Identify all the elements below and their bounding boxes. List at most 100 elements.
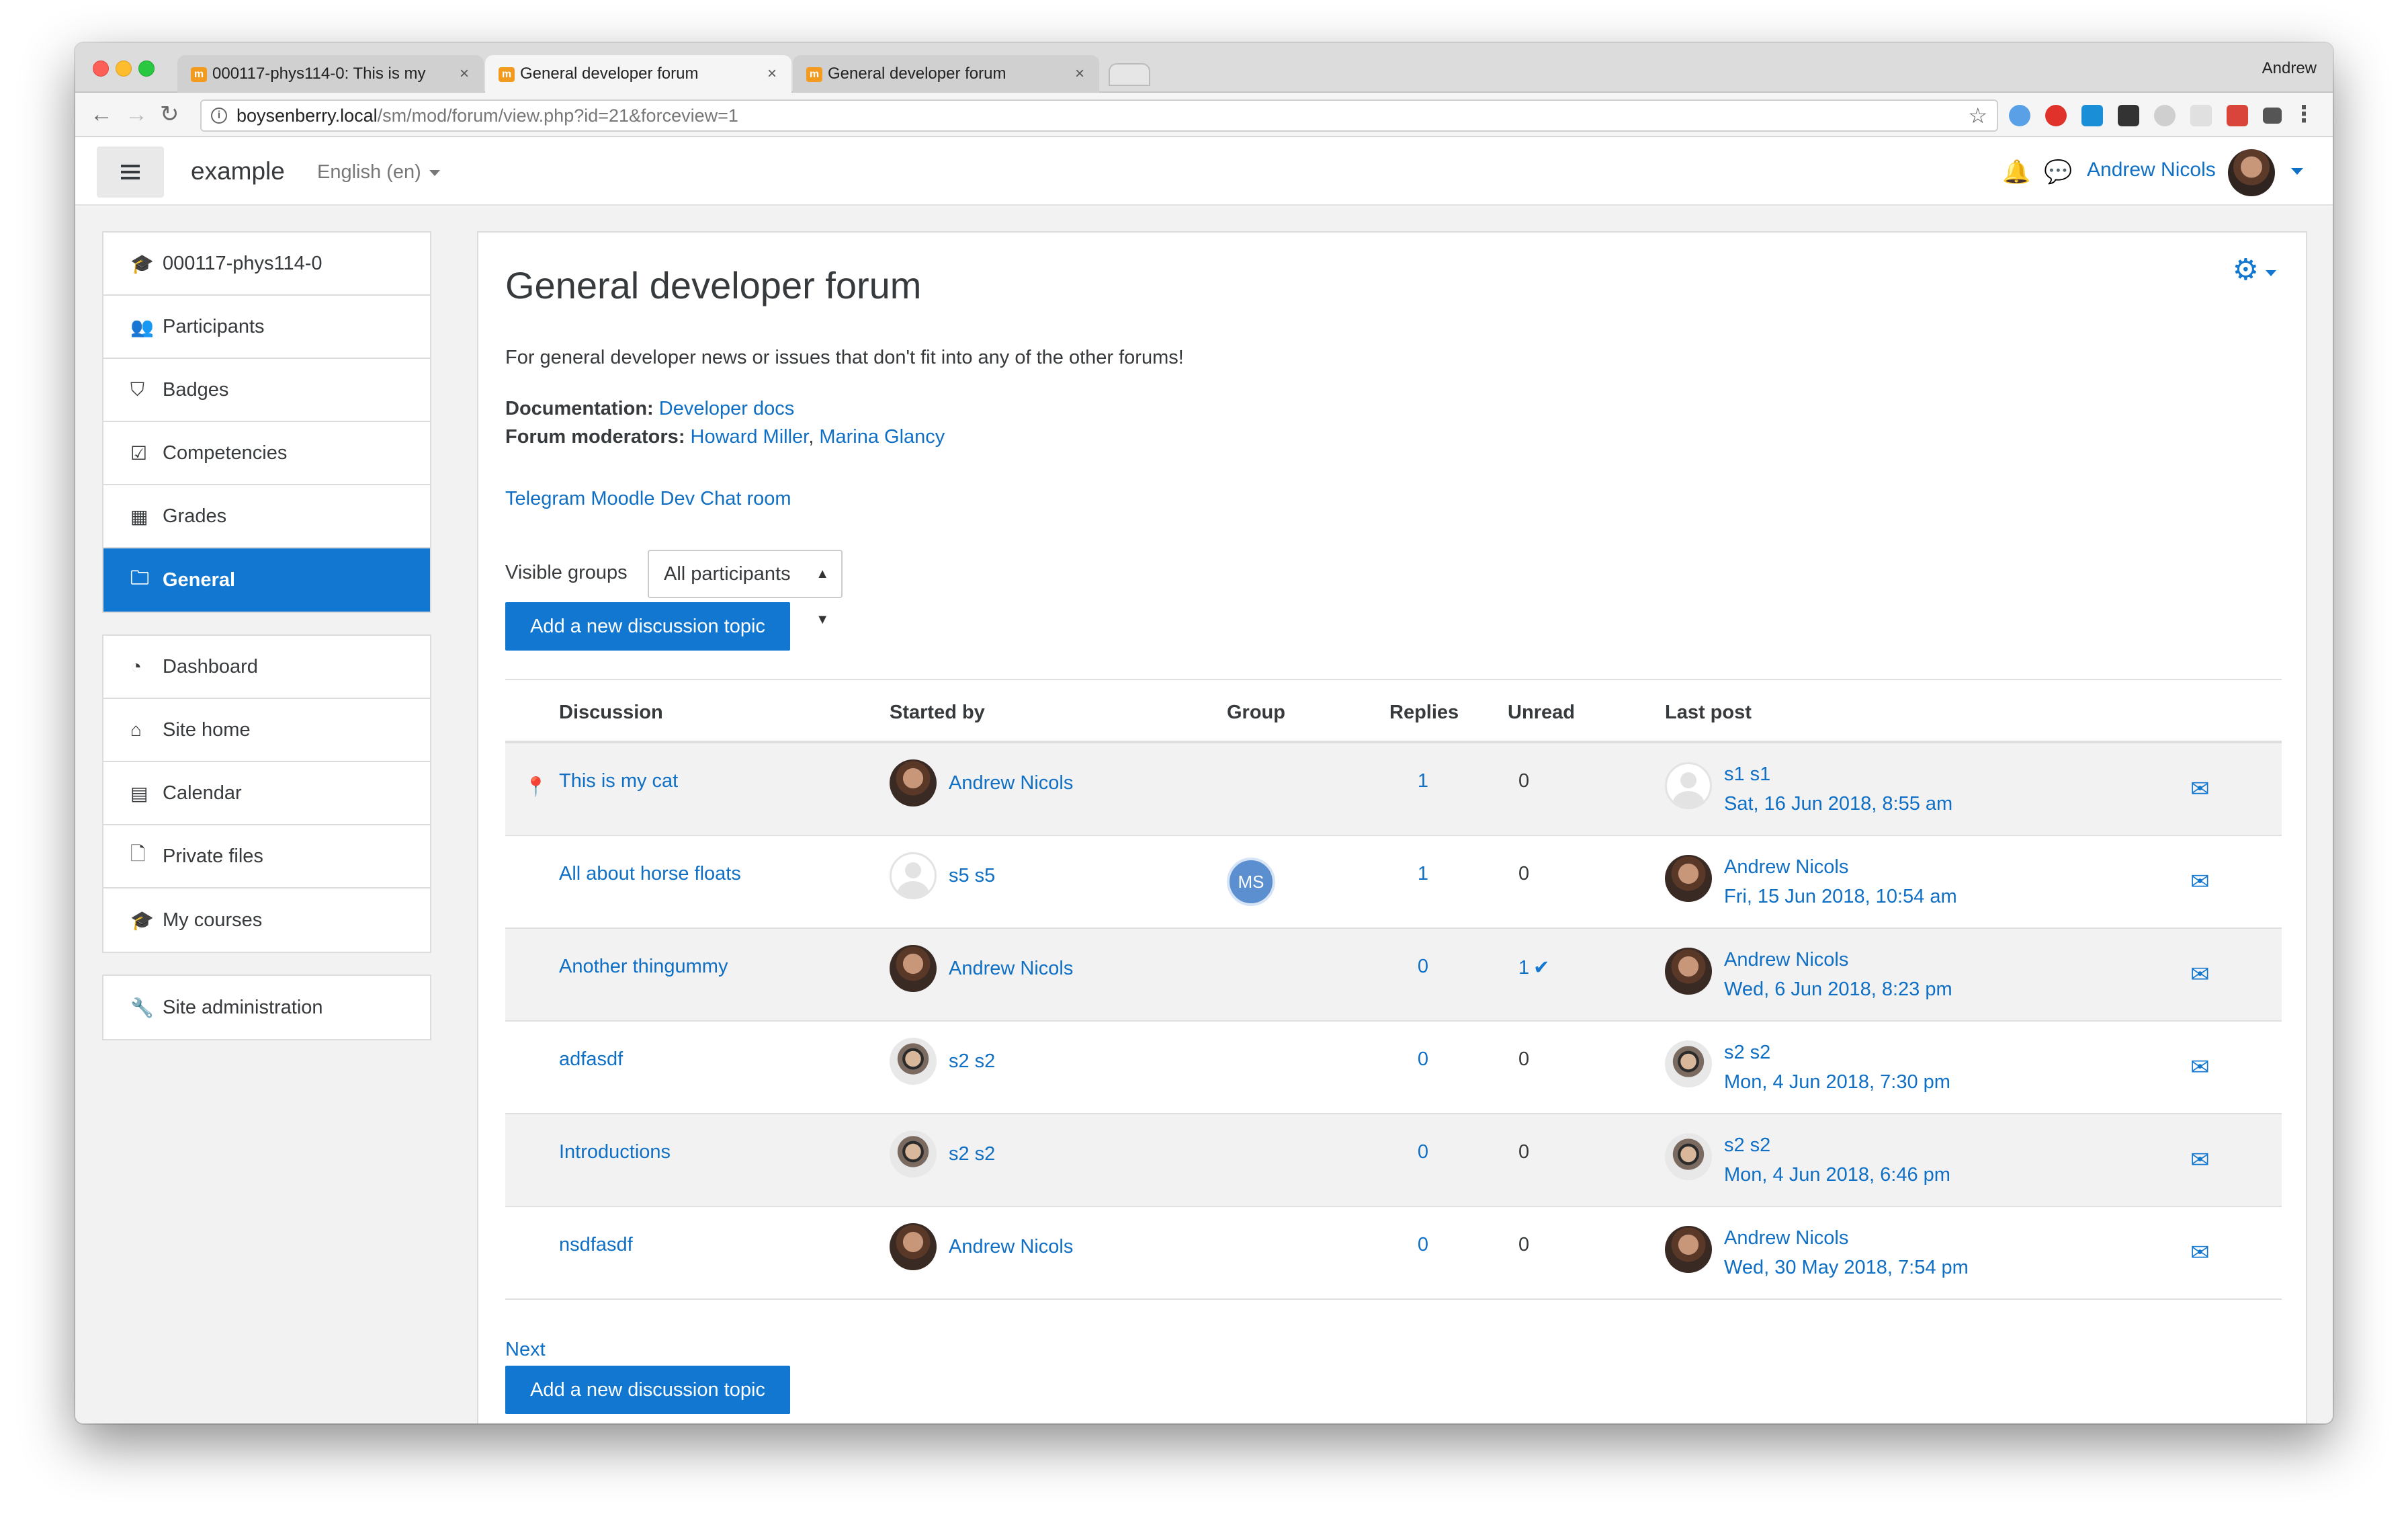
envelope-icon[interactable]: ✉ (2190, 1239, 2210, 1266)
replies-link[interactable]: 1 (1416, 863, 1430, 885)
discussion-link[interactable]: adfasdf (559, 1048, 623, 1071)
last-post-date-link[interactable]: Mon, 4 Jun 2018, 7:30 pm (1724, 1071, 1950, 1093)
extension-opera-icon[interactable] (2045, 105, 2067, 126)
user-menu-caret-icon[interactable] (2291, 168, 2303, 175)
avatar[interactable] (890, 852, 937, 899)
telegram-link[interactable]: Telegram Moodle Dev Chat room (505, 488, 791, 509)
discussion-link[interactable]: Another thingummy (559, 956, 728, 978)
replies-link[interactable]: 0 (1416, 1234, 1430, 1256)
avatar[interactable] (890, 759, 937, 806)
starter-link[interactable]: Andrew Nicols (949, 958, 1073, 980)
browser-menu-icon[interactable]: ⋮ (2292, 101, 2315, 128)
starter-link[interactable]: s5 s5 (949, 865, 995, 887)
avatar[interactable] (1665, 855, 1712, 902)
close-window-button[interactable] (93, 60, 109, 77)
avatar[interactable] (890, 945, 937, 992)
user-menu-name[interactable]: Andrew Nicols (2087, 159, 2216, 181)
last-post-author-link[interactable]: s1 s1 (1724, 763, 1770, 785)
last-post-author-link[interactable]: s2 s2 (1724, 1134, 1770, 1156)
language-menu[interactable]: English (en) (317, 161, 440, 183)
header-replies[interactable]: Replies (1389, 702, 1459, 724)
sidebar-item-site-administration[interactable]: 🔧 Site administration (103, 976, 430, 1039)
browser-tab-3[interactable]: m General developer forum × (793, 55, 1099, 93)
starter-link[interactable]: s2 s2 (949, 1050, 995, 1073)
tab-close-icon[interactable]: × (460, 65, 469, 83)
extension-compass-icon[interactable] (2009, 105, 2030, 126)
discussion-link[interactable]: nsdfasdf (559, 1234, 633, 1256)
sidebar-item-participants[interactable]: 👥 Participants (103, 296, 430, 359)
extension-feather-icon[interactable] (2190, 105, 2212, 126)
caret-down-icon[interactable] (2266, 270, 2276, 276)
avatar[interactable] (890, 1038, 937, 1085)
developer-docs-link[interactable]: Developer docs (659, 398, 795, 419)
envelope-open-icon[interactable]: ✉ (2190, 1054, 2210, 1081)
avatar[interactable] (1665, 1133, 1712, 1180)
new-tab-button[interactable] (1109, 63, 1150, 86)
discussion-link[interactable]: This is my cat (559, 770, 678, 792)
avatar[interactable] (890, 1223, 937, 1270)
avatar[interactable] (1665, 762, 1712, 809)
sidebar-item-site-home[interactable]: ⌂ Site home (103, 699, 430, 762)
starter-link[interactable]: Andrew Nicols (949, 772, 1073, 794)
last-post-date-link[interactable]: Wed, 6 Jun 2018, 8:23 pm (1724, 979, 1952, 1000)
tab-close-icon[interactable]: × (767, 65, 777, 83)
extension-calendar-icon[interactable] (2227, 105, 2248, 126)
last-post-author-link[interactable]: Andrew Nicols (1724, 1227, 1848, 1249)
extension-cloud-icon[interactable] (2154, 105, 2176, 126)
site-brand[interactable]: example (191, 157, 285, 185)
avatar[interactable] (1665, 948, 1712, 995)
address-bar[interactable]: i boysenberry.local/sm/mod/forum/view.ph… (200, 99, 1998, 132)
envelope-open-icon[interactable]: ✉ (2190, 776, 2210, 802)
zoom-window-button[interactable] (138, 60, 155, 77)
sidebar-item-competencies[interactable]: ☑ Competencies (103, 422, 430, 485)
browser-profile-name[interactable]: Andrew (2262, 59, 2317, 78)
group-badge[interactable]: MS (1227, 858, 1275, 906)
starter-link[interactable]: s2 s2 (949, 1143, 995, 1165)
sidebar-item-grades[interactable]: ▦ Grades (103, 485, 430, 548)
check-icon[interactable]: ✔ (1533, 957, 1549, 979)
bell-icon[interactable]: 🔔 (2002, 159, 2030, 185)
info-icon[interactable]: i (211, 108, 227, 124)
avatar[interactable] (1665, 1226, 1712, 1273)
gear-icon[interactable]: ⚙ (2233, 253, 2259, 287)
tab-close-icon[interactable]: × (1075, 65, 1084, 83)
envelope-icon[interactable]: ✉ (2190, 1147, 2210, 1173)
sidebar-item-general[interactable]: 🗀 General (103, 548, 430, 612)
header-started-by[interactable]: Started by (890, 702, 985, 724)
starter-link[interactable]: Andrew Nicols (949, 1236, 1073, 1258)
avatar[interactable] (1665, 1040, 1712, 1087)
moderator-link-marina[interactable]: Marina Glancy (819, 426, 945, 448)
minimize-window-button[interactable] (116, 60, 132, 77)
extension-tampermonkey-icon[interactable] (2118, 105, 2139, 126)
last-post-date-link[interactable]: Sat, 16 Jun 2018, 8:55 am (1724, 793, 1952, 815)
browser-tab-2[interactable]: m General developer forum × (485, 55, 791, 93)
reload-icon[interactable]: ↻ (160, 102, 179, 126)
add-discussion-button-bottom[interactable]: Add a new discussion topic (505, 1366, 790, 1414)
add-discussion-button[interactable]: Add a new discussion topic (505, 602, 790, 651)
message-bubble-icon[interactable]: 💬 (2044, 159, 2072, 185)
envelope-open-icon[interactable]: ✉ (2190, 868, 2210, 895)
header-last-post[interactable]: Last post (1665, 702, 1752, 724)
sidebar-item-my-courses[interactable]: 🎓 My courses (103, 888, 430, 952)
header-discussion[interactable]: Discussion (559, 702, 663, 724)
last-post-date-link[interactable]: Mon, 4 Jun 2018, 6:46 pm (1724, 1164, 1950, 1186)
sidebar-item-private-files[interactable]: 🗋 Private files (103, 825, 430, 888)
browser-tab-1[interactable]: m 000117-phys114-0: This is my × (177, 55, 484, 93)
extension-mail-icon[interactable] (2263, 108, 2282, 124)
last-post-date-link[interactable]: Fri, 15 Jun 2018, 10:54 am (1724, 886, 1957, 907)
last-post-date-link[interactable]: Wed, 30 May 2018, 7:54 pm (1724, 1257, 1969, 1278)
avatar[interactable] (2228, 149, 2275, 196)
forward-arrow-icon[interactable]: → (125, 102, 148, 126)
sidebar-item-dashboard[interactable]: ◔ Dashboard (103, 636, 430, 699)
replies-link[interactable]: 1 (1416, 770, 1430, 792)
sidebar-item-calendar[interactable]: ▤ Calendar (103, 762, 430, 825)
drawer-toggle-button[interactable] (97, 147, 164, 198)
avatar[interactable] (890, 1130, 937, 1177)
last-post-author-link[interactable]: Andrew Nicols (1724, 856, 1848, 878)
replies-link[interactable]: 0 (1416, 1048, 1430, 1071)
moderator-link-howard[interactable]: Howard Miller (691, 426, 809, 448)
replies-link[interactable]: 0 (1416, 1141, 1430, 1163)
discussion-link[interactable]: Introductions (559, 1141, 671, 1163)
sidebar-item-badges[interactable]: ⛉ Badges (103, 359, 430, 422)
replies-link[interactable]: 0 (1416, 956, 1430, 978)
